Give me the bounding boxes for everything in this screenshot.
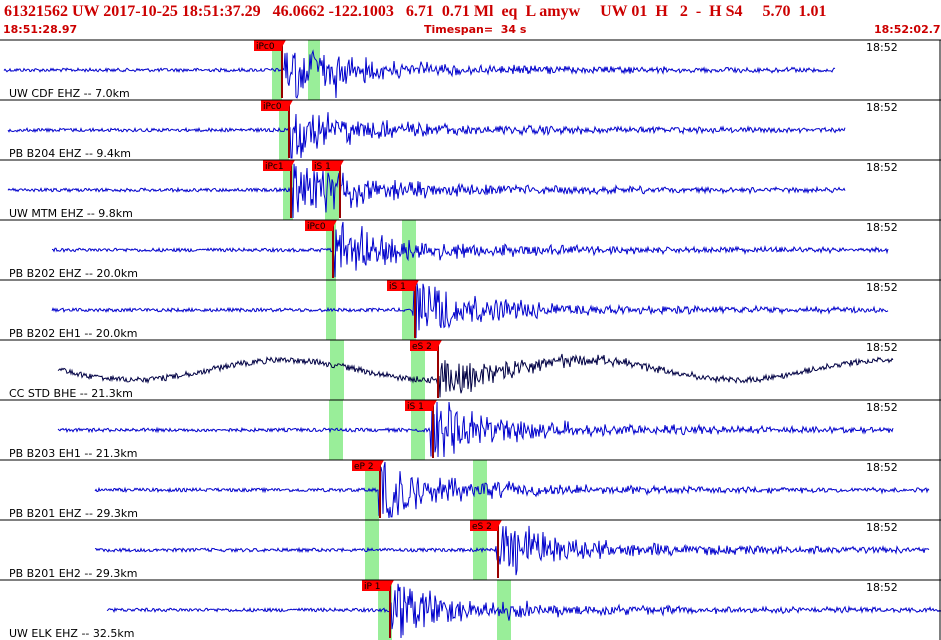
pick-label-7-0: eP 2	[354, 462, 374, 472]
time-label-5: 18:52	[866, 341, 898, 354]
time-label-2: 18:52	[866, 161, 898, 174]
waveform-6	[57, 401, 894, 458]
station-label-1: PB B204 EHZ -- 9.4km	[9, 147, 131, 160]
waveform-9	[106, 583, 941, 639]
waveform-7	[94, 461, 930, 519]
pick-label-5-0: eS 2	[412, 342, 432, 352]
time-label-3: 18:52	[866, 221, 898, 234]
time-label-0: 18:52	[866, 41, 898, 54]
time-label-7: 18:52	[866, 461, 898, 474]
pick-label-6-0: iS 1	[407, 402, 424, 412]
time-label-9: 18:52	[866, 581, 898, 594]
time-label-1: 18:52	[866, 101, 898, 114]
pick-label-3-0: iPc0	[307, 222, 326, 232]
pick-window-5-0	[330, 340, 344, 400]
pick-label-9-0: iP 1	[364, 582, 381, 592]
waveform-5	[57, 353, 894, 398]
station-label-7: PB B201 EHZ -- 29.3km	[9, 507, 138, 520]
pick-window-3-1	[402, 220, 416, 280]
pick-label-2-0: iPc1	[265, 162, 284, 172]
pick-label-0-0: iPc0	[256, 42, 275, 52]
seismogram-panel[interactable]: iPc0 iPc0 iPc1 iS 1 iPc0 iS 1 eS 2 iS 1 eP 2 eS 2…	[0, 0, 941, 640]
pick-label-1-0: iPc0	[263, 102, 282, 112]
waveform-4	[51, 283, 889, 339]
station-label-4: PB B202 EH1 -- 20.0km	[9, 327, 138, 340]
pick-label-4-0: iS 1	[389, 282, 406, 292]
station-label-6: PB B203 EH1 -- 21.3km	[9, 447, 138, 460]
station-label-5: CC STD BHE -- 21.3km	[9, 387, 133, 400]
time-label-6: 18:52	[866, 401, 898, 414]
time-label-8: 18:52	[866, 521, 898, 534]
station-label-9: UW ELK EHZ -- 32.5km	[9, 627, 135, 640]
waveform-1	[7, 112, 846, 159]
station-label-0: UW CDF EHZ -- 7.0km	[9, 87, 130, 100]
station-label-3: PB B202 EHZ -- 20.0km	[9, 267, 138, 280]
waveform-8	[94, 525, 930, 576]
pick-label-2-1: iS 1	[314, 162, 331, 172]
time-label-4: 18:52	[866, 281, 898, 294]
station-label-8: PB B201 EH2 -- 29.3km	[9, 567, 138, 580]
pick-label-8-0: eS 2	[472, 522, 492, 532]
station-label-2: UW MTM EHZ -- 9.8km	[9, 207, 133, 220]
waveform-2	[7, 163, 846, 219]
waveform-3	[51, 221, 889, 278]
